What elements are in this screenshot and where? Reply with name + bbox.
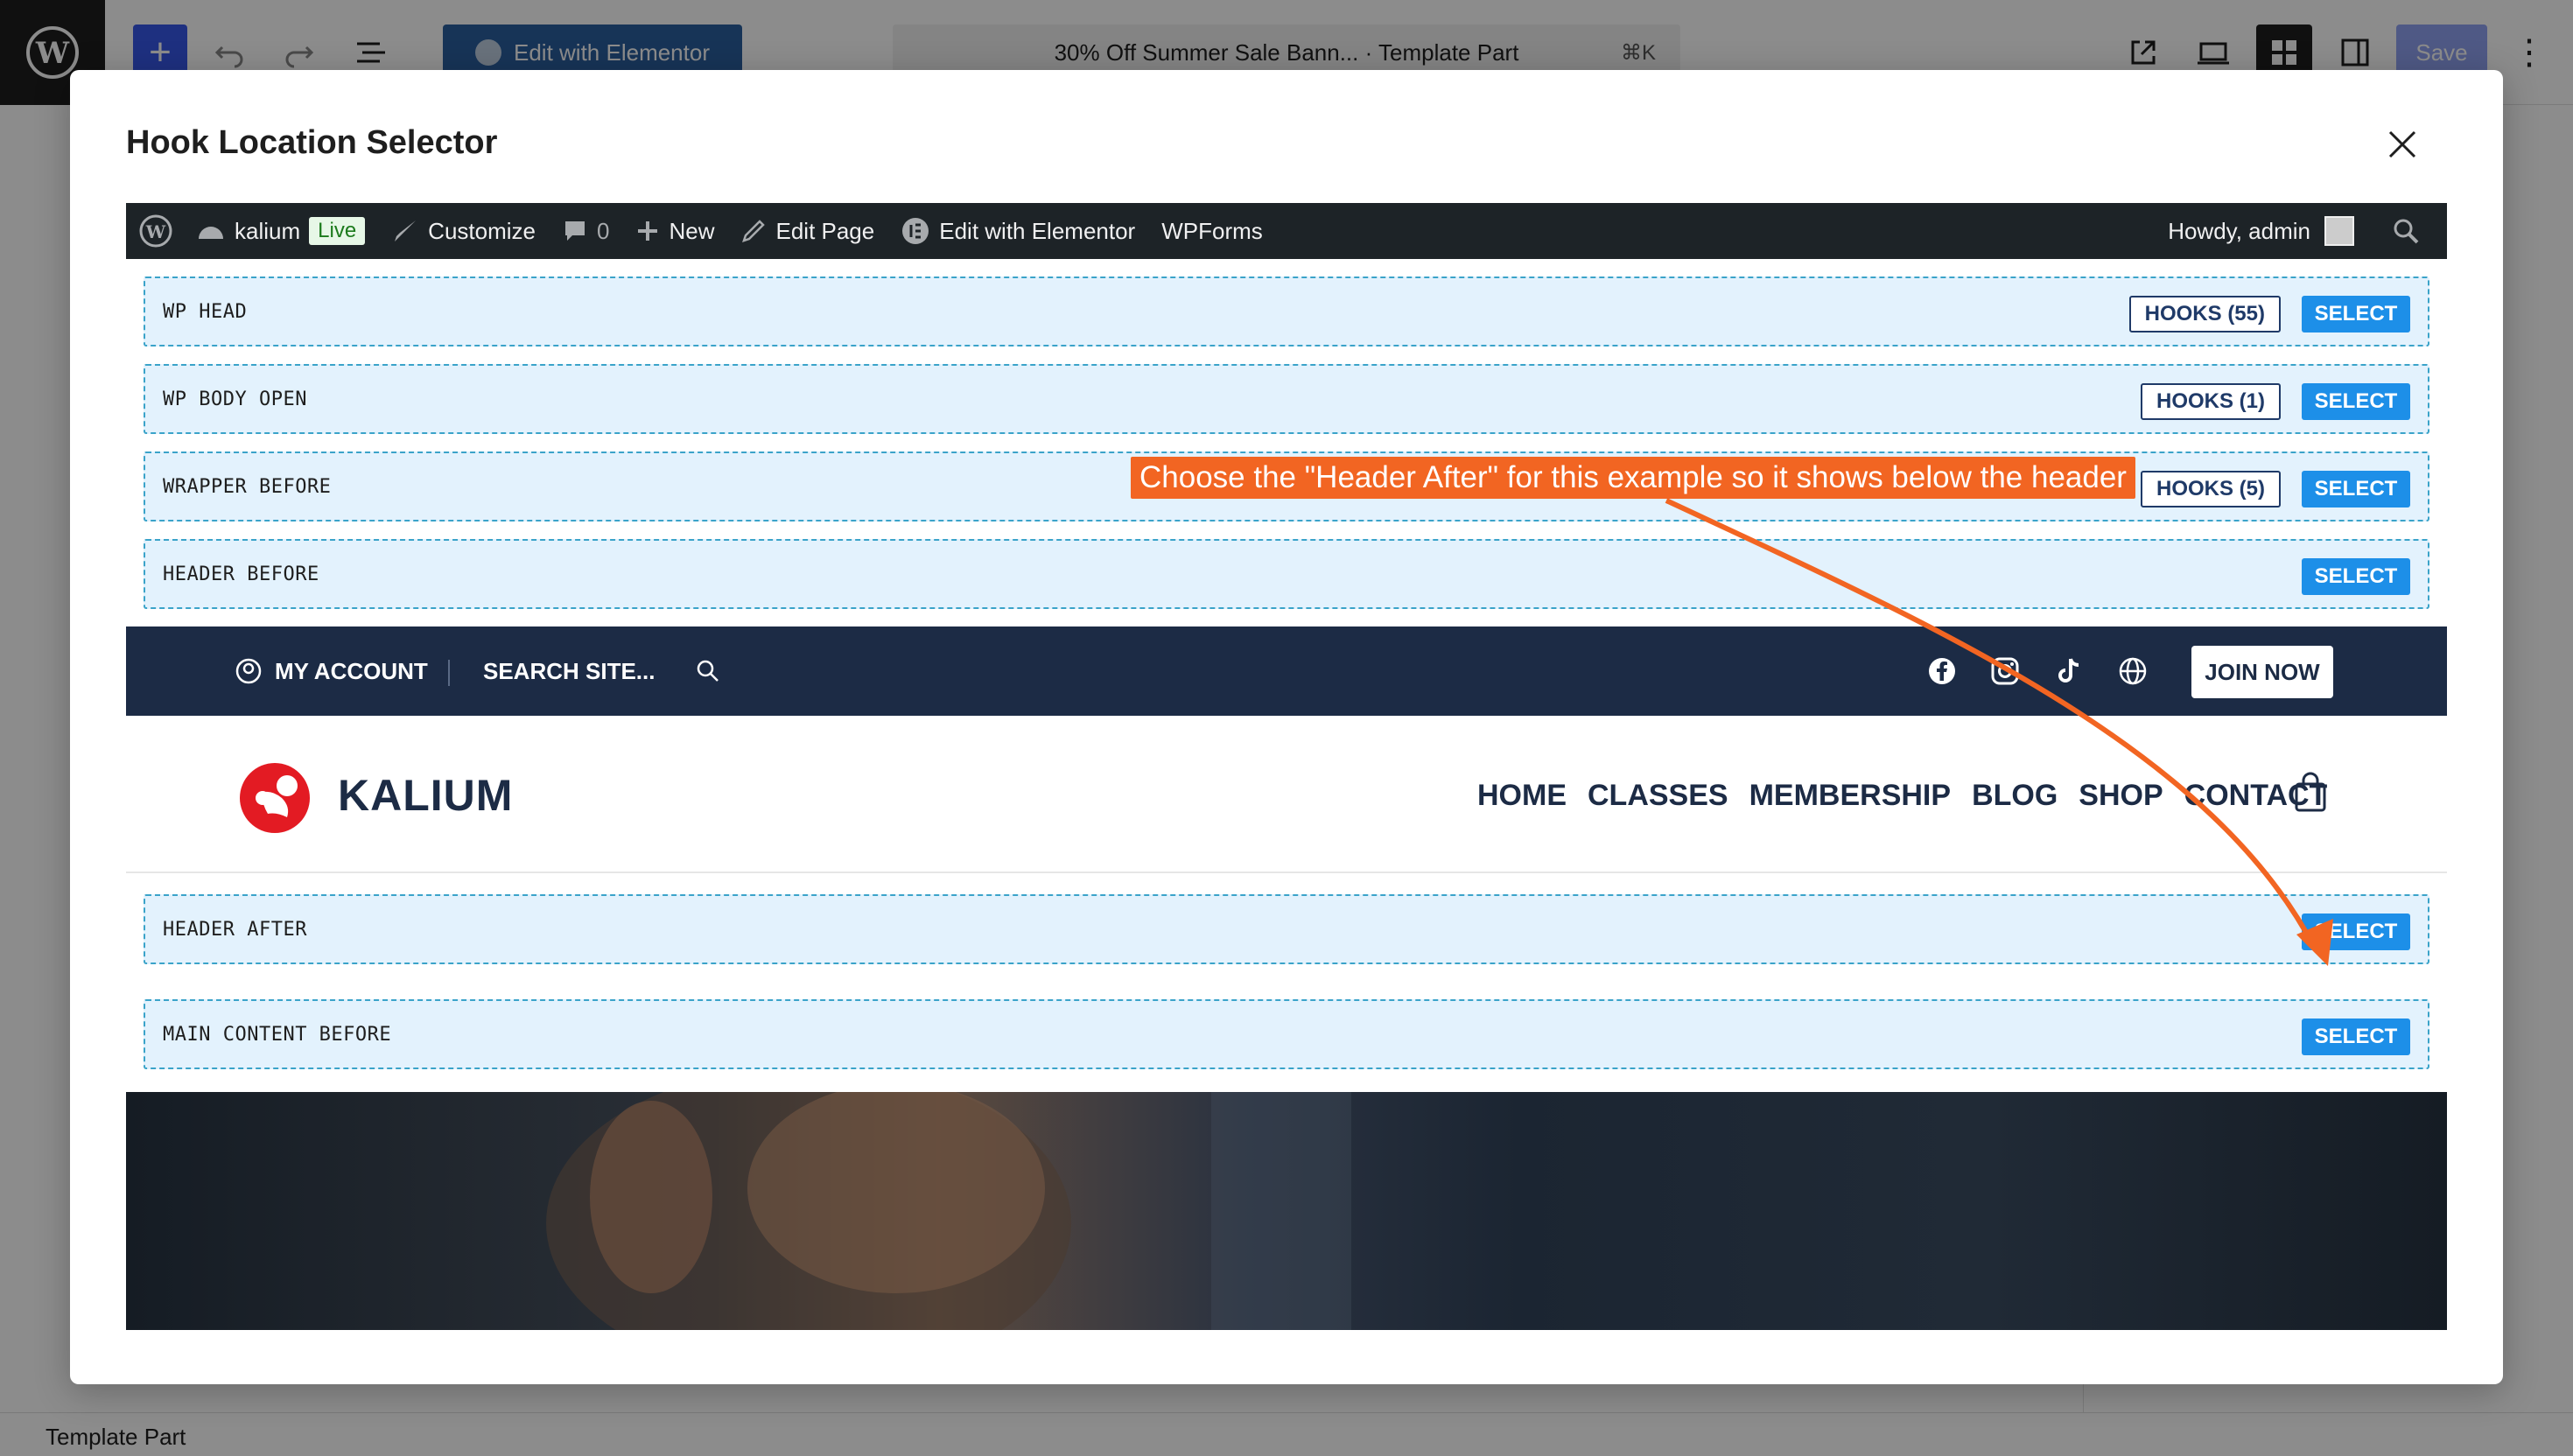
hook-row-wp-head: WP HEAD HOOKS (55) SELECT xyxy=(144,276,2429,346)
instagram-icon[interactable] xyxy=(1990,626,2020,716)
avatar xyxy=(2324,216,2354,246)
customize-label: Customize xyxy=(428,217,536,244)
svg-text:W: W xyxy=(145,221,166,242)
modal-title: Hook Location Selector xyxy=(126,124,498,161)
my-account-label: MY ACCOUNT xyxy=(275,657,428,684)
divider xyxy=(448,660,450,686)
adminbar-new[interactable]: New xyxy=(635,218,714,245)
close-icon[interactable] xyxy=(2380,122,2424,166)
edit-elementor-label: Edit with Elementor xyxy=(939,217,1136,244)
hero-image xyxy=(126,1092,2447,1330)
hook-row-header-before: HEADER BEFORE SELECT xyxy=(144,539,2429,609)
edit-page-label: Edit Page xyxy=(775,217,875,244)
primary-menu: HOME CLASSES MEMBERSHIP BLOG SHOP CONTAC… xyxy=(1477,779,2327,813)
pencil-icon xyxy=(742,220,766,242)
adminbar-comments[interactable]: 0 xyxy=(562,218,609,245)
menu-item-membership[interactable]: MEMBERSHIP xyxy=(1749,779,1951,813)
hook-row-main-content-before: MAIN CONTENT BEFORE SELECT xyxy=(144,999,2429,1069)
hook-row-header-after: HEADER AFTER SELECT xyxy=(144,894,2429,964)
search-icon[interactable] xyxy=(2391,216,2421,246)
hook-label: MAIN CONTENT BEFORE xyxy=(163,1024,392,1046)
hook-label: HEADER BEFORE xyxy=(163,564,319,585)
menu-item-shop[interactable]: SHOP xyxy=(2079,779,2163,813)
elementor-icon xyxy=(902,218,929,244)
select-button[interactable]: SELECT xyxy=(2302,383,2410,420)
tiktok-icon[interactable] xyxy=(2055,626,2083,716)
site-name-label: kalium xyxy=(235,217,301,244)
globe-icon[interactable] xyxy=(2118,626,2148,716)
site-header: KALIUM HOME CLASSES MEMBERSHIP BLOG SHOP… xyxy=(126,716,2447,873)
hook-label: WP BODY OPEN xyxy=(163,388,307,410)
hook-location-modal: Hook Location Selector W kalium Live Cus… xyxy=(70,70,2503,1384)
annotation-callout: Choose the "Header After" for this examp… xyxy=(1131,457,2135,499)
join-now-button[interactable]: JOIN NOW xyxy=(2191,646,2333,698)
search-icon xyxy=(698,660,719,682)
site-logo-text[interactable]: KALIUM xyxy=(338,770,513,821)
site-search[interactable]: SEARCH SITE... xyxy=(483,626,721,716)
wp-admin-bar: W kalium Live Customize 0 New Edit Page … xyxy=(126,203,2447,259)
select-button[interactable]: SELECT xyxy=(2302,296,2410,332)
user-circle-icon xyxy=(235,658,262,684)
hook-label: WP HEAD xyxy=(163,301,248,323)
howdy-label: Howdy, admin xyxy=(2168,217,2310,244)
shopping-bag-icon[interactable] xyxy=(2293,772,2328,818)
brush-icon xyxy=(395,220,417,242)
new-label: New xyxy=(669,217,715,244)
facebook-icon[interactable] xyxy=(1927,626,1957,716)
adminbar-edit-elementor[interactable]: Edit with Elementor xyxy=(901,216,1135,246)
site-preview: W kalium Live Customize 0 New Edit Page … xyxy=(126,203,2447,1330)
hook-row-wp-body-open: WP BODY OPEN HOOKS (1) SELECT xyxy=(144,364,2429,434)
select-button[interactable]: SELECT xyxy=(2302,1018,2410,1055)
my-account-link[interactable]: MY ACCOUNT xyxy=(235,626,428,716)
comment-icon xyxy=(565,221,585,241)
select-button[interactable]: SELECT xyxy=(2302,471,2410,508)
menu-item-home[interactable]: HOME xyxy=(1477,779,1567,813)
comments-count: 0 xyxy=(597,217,610,244)
plus-icon xyxy=(638,221,658,241)
menu-item-blog[interactable]: BLOG xyxy=(1972,779,2058,813)
hook-label: WRAPPER BEFORE xyxy=(163,476,332,498)
kalium-logo-icon[interactable] xyxy=(236,760,317,839)
adminbar-edit-page[interactable]: Edit Page xyxy=(740,218,874,245)
hook-label: HEADER AFTER xyxy=(163,919,307,941)
site-topbar: MY ACCOUNT SEARCH SITE... JOIN NOW xyxy=(126,626,2447,716)
select-button[interactable]: SELECT xyxy=(2302,558,2410,595)
adminbar-customize[interactable]: Customize xyxy=(391,217,536,245)
hooks-count-button[interactable]: HOOKS (55) xyxy=(2128,296,2281,332)
wp-adminbar-logo-icon[interactable]: W xyxy=(138,214,173,248)
wpforms-label: WPForms xyxy=(1161,217,1263,244)
adminbar-site-name[interactable]: kalium Live xyxy=(196,217,366,245)
menu-item-classes[interactable]: CLASSES xyxy=(1588,779,1728,813)
hooks-count-button[interactable]: HOOKS (1) xyxy=(2140,383,2281,420)
select-button[interactable]: SELECT xyxy=(2302,914,2410,950)
adminbar-account[interactable]: Howdy, admin xyxy=(2168,203,2421,259)
hooks-count-button[interactable]: HOOKS (5) xyxy=(2140,471,2281,508)
search-placeholder: SEARCH SITE... xyxy=(483,657,656,684)
dashboard-icon xyxy=(199,227,223,239)
live-badge: Live xyxy=(309,217,366,245)
adminbar-wpforms[interactable]: WPForms xyxy=(1161,218,1263,245)
